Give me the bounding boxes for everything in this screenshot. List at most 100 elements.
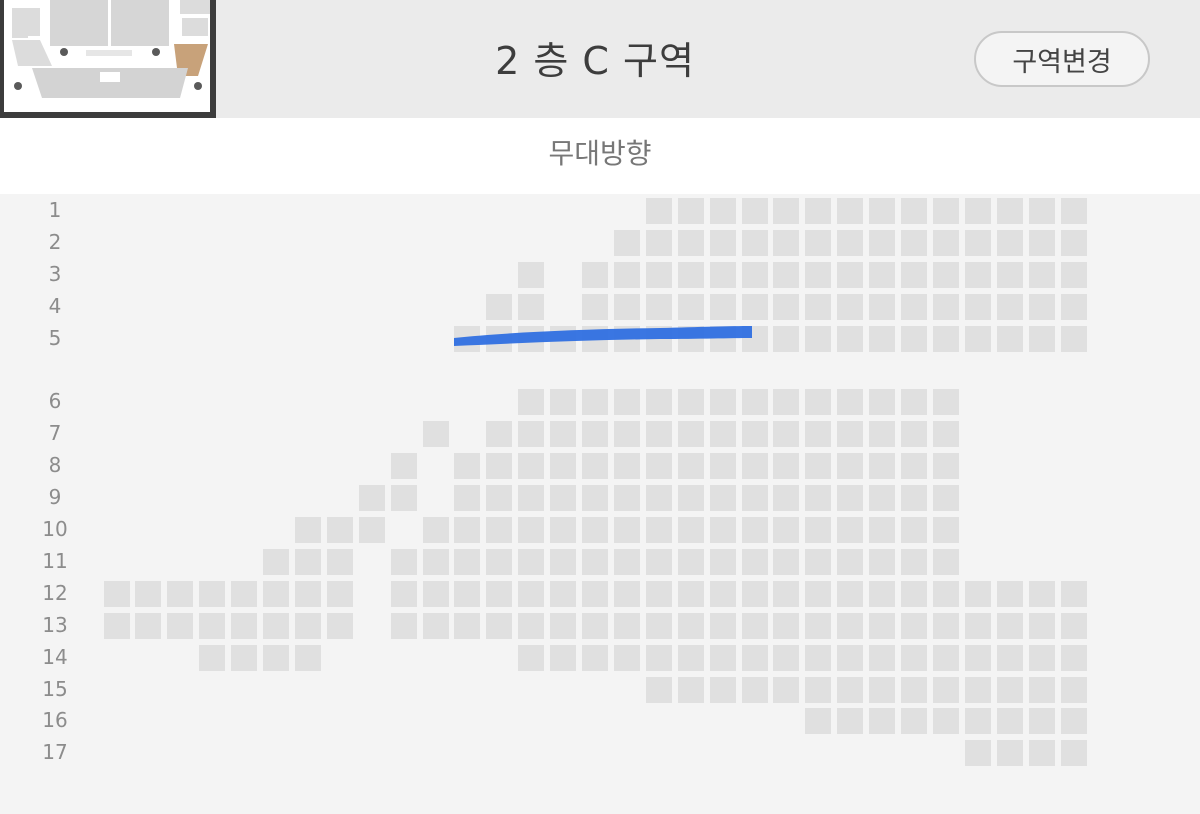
seat[interactable] <box>837 389 864 416</box>
seat[interactable] <box>932 389 959 416</box>
seat[interactable] <box>1060 708 1087 735</box>
seat[interactable] <box>773 389 800 416</box>
seat[interactable] <box>805 453 832 480</box>
seat[interactable] <box>486 453 513 480</box>
seat[interactable] <box>358 485 385 512</box>
seat[interactable] <box>741 548 768 575</box>
seat[interactable] <box>518 421 545 448</box>
seat[interactable] <box>677 644 704 671</box>
seat[interactable] <box>996 740 1023 767</box>
seat[interactable] <box>518 548 545 575</box>
seat[interactable] <box>1028 198 1055 224</box>
seat[interactable] <box>805 229 832 256</box>
seat[interactable] <box>294 517 321 543</box>
seat[interactable] <box>932 229 959 256</box>
seat[interactable] <box>1028 229 1055 256</box>
seat[interactable] <box>613 389 640 416</box>
seat[interactable] <box>901 517 927 543</box>
seat[interactable] <box>773 198 800 224</box>
seat[interactable] <box>582 293 608 320</box>
seat[interactable] <box>869 261 896 288</box>
seat[interactable] <box>773 612 800 639</box>
seat[interactable] <box>964 644 991 671</box>
seat[interactable] <box>964 325 991 352</box>
seat[interactable] <box>932 293 959 320</box>
seat[interactable] <box>518 389 545 416</box>
seat[interactable] <box>869 612 896 639</box>
seat[interactable] <box>932 421 959 448</box>
seat[interactable] <box>550 580 577 607</box>
seat[interactable] <box>741 612 768 639</box>
seat[interactable] <box>645 198 672 224</box>
seat[interactable] <box>932 517 959 543</box>
seat[interactable] <box>518 485 545 512</box>
seat[interactable] <box>837 580 864 607</box>
seat[interactable] <box>1028 676 1055 703</box>
seat[interactable] <box>1060 198 1087 224</box>
seat[interactable] <box>326 580 353 607</box>
seat[interactable] <box>901 229 927 256</box>
seat[interactable] <box>773 644 800 671</box>
seat[interactable] <box>741 389 768 416</box>
seat[interactable] <box>964 261 991 288</box>
seat[interactable] <box>805 708 832 735</box>
seat[interactable] <box>613 517 640 543</box>
seat[interactable] <box>932 612 959 639</box>
seat[interactable] <box>996 612 1023 639</box>
seat[interactable] <box>677 293 704 320</box>
seat[interactable] <box>932 580 959 607</box>
seat[interactable] <box>613 485 640 512</box>
seat[interactable] <box>677 261 704 288</box>
seat[interactable] <box>518 517 545 543</box>
seat[interactable] <box>837 261 864 288</box>
seat[interactable] <box>1060 740 1087 767</box>
seat[interactable] <box>805 198 832 224</box>
seat[interactable] <box>454 453 481 480</box>
seat[interactable] <box>709 485 736 512</box>
seat[interactable] <box>645 485 672 512</box>
seat[interactable] <box>773 517 800 543</box>
seat[interactable] <box>390 612 417 639</box>
seat[interactable] <box>996 644 1023 671</box>
seat[interactable] <box>486 548 513 575</box>
seat[interactable] <box>996 708 1023 735</box>
seat[interactable] <box>1028 708 1055 735</box>
seat[interactable] <box>582 453 608 480</box>
seat[interactable] <box>932 453 959 480</box>
seat[interactable] <box>901 708 927 735</box>
seat[interactable] <box>869 485 896 512</box>
seat[interactable] <box>805 421 832 448</box>
seat[interactable] <box>390 548 417 575</box>
seat[interactable] <box>582 548 608 575</box>
seat[interactable] <box>454 485 481 512</box>
seat[interactable] <box>390 485 417 512</box>
seat[interactable] <box>677 389 704 416</box>
seat[interactable] <box>837 485 864 512</box>
seat[interactable] <box>582 261 608 288</box>
seat[interactable] <box>901 676 927 703</box>
seat[interactable] <box>741 198 768 224</box>
seat[interactable] <box>709 389 736 416</box>
seat[interactable] <box>1060 325 1087 352</box>
seat[interactable] <box>326 517 353 543</box>
seat[interactable] <box>869 325 896 352</box>
seat[interactable] <box>964 198 991 224</box>
seat[interactable] <box>709 421 736 448</box>
seat[interactable] <box>773 229 800 256</box>
seat[interactable] <box>837 676 864 703</box>
seat[interactable] <box>582 485 608 512</box>
seat[interactable] <box>741 421 768 448</box>
seat[interactable] <box>422 580 449 607</box>
seat[interactable] <box>773 580 800 607</box>
seat[interactable] <box>167 580 194 607</box>
seat[interactable] <box>1060 261 1087 288</box>
seat[interactable] <box>996 580 1023 607</box>
seat[interactable] <box>741 229 768 256</box>
seat[interactable] <box>486 293 513 320</box>
seat[interactable] <box>709 548 736 575</box>
seat[interactable] <box>677 485 704 512</box>
seat[interactable] <box>263 548 289 575</box>
seat[interactable] <box>645 517 672 543</box>
seat[interactable] <box>613 229 640 256</box>
seat[interactable] <box>645 644 672 671</box>
